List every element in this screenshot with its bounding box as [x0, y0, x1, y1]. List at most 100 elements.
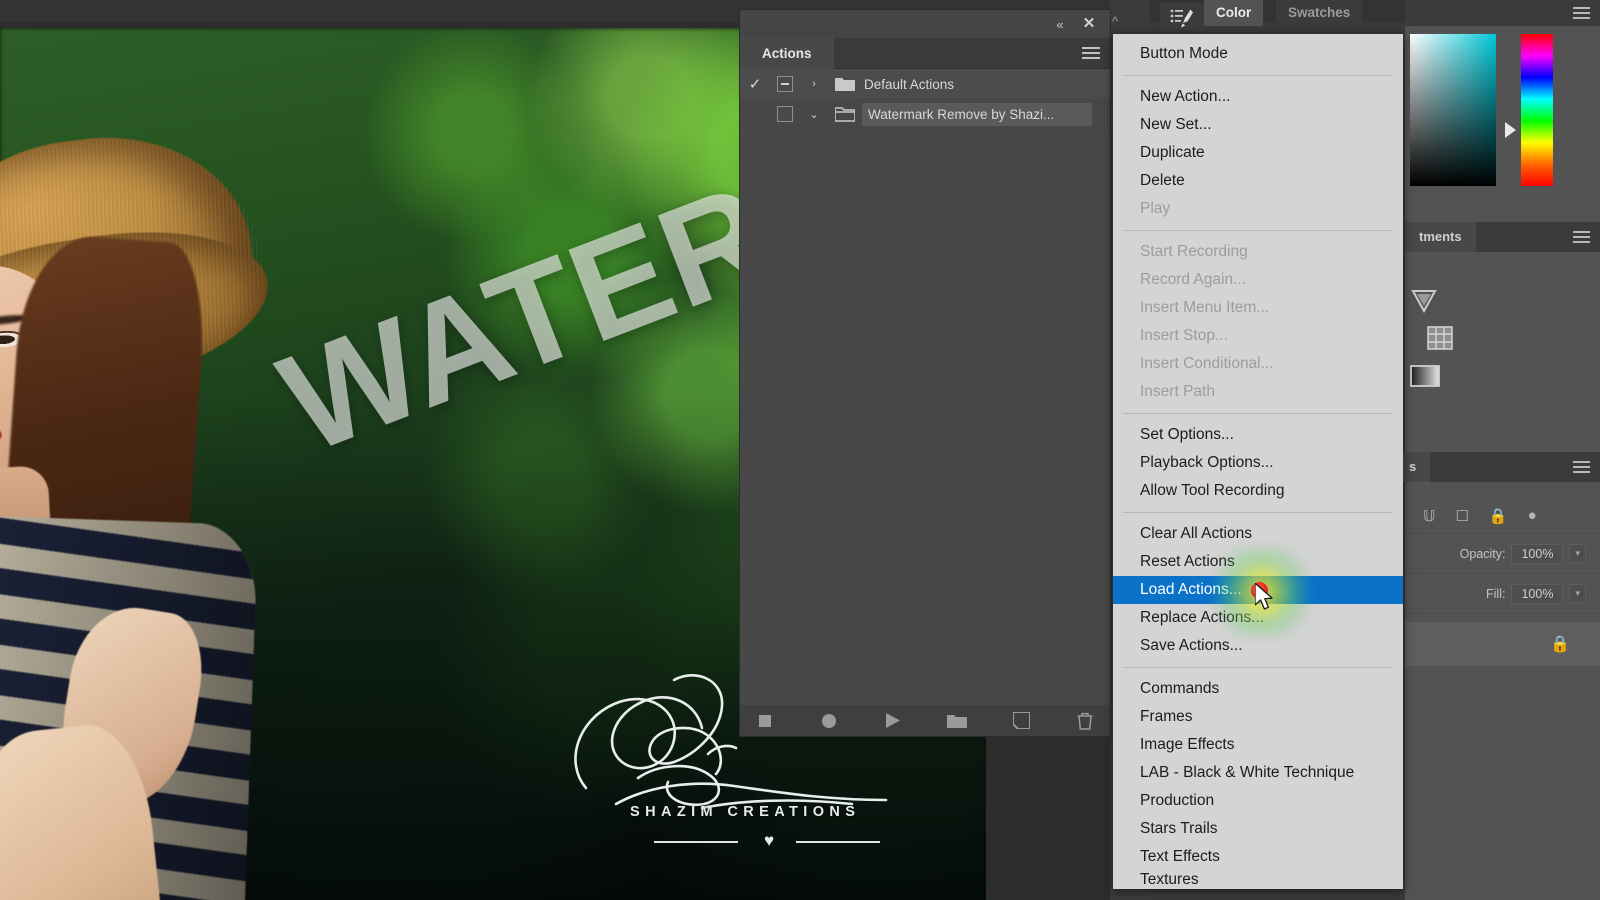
- curves-icon[interactable]: [1427, 326, 1453, 355]
- menu-item-delete[interactable]: Delete: [1113, 167, 1403, 195]
- menu-item-new-action[interactable]: New Action...: [1113, 83, 1403, 111]
- expander-down-icon[interactable]: ⌄: [800, 108, 828, 121]
- opacity-label: Opacity:: [1459, 546, 1506, 561]
- table-row[interactable]: ⌄ Watermark Remove by Shazi...: [740, 99, 1110, 129]
- lock-transparent-pixels-icon[interactable]: 𝕌: [1423, 507, 1435, 525]
- menu-item-save-actions[interactable]: Save Actions...: [1113, 632, 1403, 660]
- hue-marker-icon[interactable]: [1505, 122, 1516, 138]
- actions-panel-flyout-menu: Button Mode New Action... New Set... Dup…: [1113, 34, 1403, 889]
- menu-item-insert-path: Insert Path: [1140, 383, 1215, 400]
- fill-value[interactable]: 100%: [1511, 583, 1564, 604]
- lock-all-icon[interactable]: ●: [1528, 507, 1537, 524]
- opacity-row: Opacity: 100% ▾: [1405, 534, 1600, 574]
- layers-panel-menu-icon[interactable]: [1573, 461, 1590, 473]
- tab-color[interactable]: Color: [1204, 0, 1264, 26]
- actions-panel-footer: [740, 705, 1110, 736]
- photo-subject: [0, 88, 330, 900]
- menu-item-text-effects[interactable]: Text Effects: [1113, 843, 1403, 871]
- tab-adjustments[interactable]: tments: [1405, 222, 1476, 252]
- menu-separator: [1123, 230, 1393, 231]
- action-set-label[interactable]: Default Actions: [862, 77, 1110, 92]
- heart-icon: ♥: [764, 831, 775, 850]
- folder-open-icon: [828, 106, 862, 122]
- brush-icon-glyph: [1170, 9, 1193, 28]
- menu-item-textures[interactable]: Textures: [1113, 871, 1403, 889]
- adjustments-tab-row: tments: [1405, 222, 1600, 252]
- menu-item-allow-tool-recording[interactable]: Allow Tool Recording: [1113, 477, 1403, 505]
- play-button[interactable]: [882, 711, 904, 731]
- hue-slider[interactable]: [1521, 34, 1553, 186]
- action-dialog-toggle-icon[interactable]: [770, 106, 800, 122]
- menu-item-load-actions[interactable]: Load Actions...: [1113, 576, 1403, 604]
- actions-list: ✓ › Default Actions ⌄ Watermark Remove b…: [740, 69, 1110, 705]
- stop-button[interactable]: [754, 711, 776, 731]
- fill-label: Fill:: [1486, 586, 1506, 601]
- menu-separator: [1123, 413, 1393, 414]
- layers-panel-body: 𝕌 ☐ 🔒 ● Opacity: 100% ▾ Fill: 100% ▾ 🔒: [1405, 482, 1600, 900]
- menu-item-production[interactable]: Production: [1113, 787, 1403, 815]
- action-enabled-check[interactable]: ✓: [740, 75, 770, 93]
- levels-icon[interactable]: [1409, 288, 1439, 319]
- adjustments-panel-menu-icon[interactable]: [1573, 231, 1590, 243]
- signature-caption: SHAZIM CREATIONS: [630, 804, 861, 820]
- signature-rule-right: [796, 841, 880, 843]
- signature-rule-left: [654, 841, 738, 843]
- menu-item-insert-menu-item: Insert Menu Item...: [1140, 299, 1270, 316]
- menu-item-playback-options[interactable]: Playback Options...: [1113, 449, 1403, 477]
- lock-position-icon[interactable]: 🔒: [1489, 507, 1508, 525]
- color-panel-body: [1405, 26, 1600, 222]
- layer-lock-icon: 🔒: [1550, 636, 1570, 653]
- fill-stepper-icon[interactable]: ▾: [1569, 584, 1586, 603]
- color-field-picker[interactable]: [1410, 34, 1496, 186]
- fill-row: Fill: 100% ▾: [1405, 574, 1600, 614]
- menu-item-commands[interactable]: Commands: [1113, 675, 1403, 703]
- delete-button[interactable]: [1074, 711, 1096, 731]
- menu-item-start-recording: Start Recording: [1140, 243, 1248, 260]
- actions-tab-row: Actions: [740, 38, 1110, 69]
- new-action-button[interactable]: [1010, 711, 1032, 731]
- collapse-panel-icon[interactable]: «: [1048, 16, 1070, 34]
- menu-item-replace-actions[interactable]: Replace Actions...: [1113, 604, 1403, 632]
- photoshop-window: WATERMARK SHAZIM CREATIONS ♥ ^ Color Swa…: [0, 0, 1600, 900]
- right-dock: tments s 𝕌 ☐ 🔒 ● Opacity: 100% ▾ Fill: 1…: [1395, 0, 1600, 900]
- menu-separator: [1123, 75, 1393, 76]
- new-set-button[interactable]: [946, 711, 968, 731]
- lock-image-pixels-icon[interactable]: ☐: [1455, 507, 1468, 525]
- layers-tab-row: s: [1395, 452, 1600, 482]
- menu-item-set-options[interactable]: Set Options...: [1113, 421, 1403, 449]
- close-panel-icon[interactable]: ✕: [1078, 14, 1100, 34]
- expander-right-icon[interactable]: ›: [800, 78, 828, 90]
- action-dialog-toggle-icon[interactable]: [770, 76, 800, 92]
- menu-item-frames[interactable]: Frames: [1113, 703, 1403, 731]
- layer-row[interactable]: 🔒: [1405, 622, 1600, 666]
- gradient-map-icon[interactable]: [1410, 365, 1440, 392]
- opacity-stepper-icon[interactable]: ▾: [1569, 544, 1586, 563]
- menu-item-new-set[interactable]: New Set...: [1113, 111, 1403, 139]
- menu-item-button-mode[interactable]: Button Mode: [1113, 40, 1403, 68]
- menu-item-play: Play: [1140, 200, 1171, 217]
- menu-item-clear-all-actions[interactable]: Clear All Actions: [1113, 520, 1403, 548]
- menu-separator: [1123, 667, 1393, 668]
- actions-panel-menu-icon[interactable]: [1082, 47, 1100, 60]
- menu-item-lab-black-white-technique[interactable]: LAB - Black & White Technique: [1113, 759, 1403, 787]
- color-panel-menu-icon[interactable]: [1573, 7, 1590, 19]
- actions-panel: « ✕ Actions ✓ › Default Actions ⌄ Waterm…: [740, 10, 1110, 736]
- tab-swatches[interactable]: Swatches: [1276, 0, 1363, 26]
- tab-actions[interactable]: Actions: [740, 38, 834, 69]
- menu-item-image-effects[interactable]: Image Effects: [1113, 731, 1403, 759]
- action-set-label[interactable]: Watermark Remove by Shazi...: [862, 102, 1092, 126]
- brush-libraries-icon[interactable]: [1160, 3, 1204, 33]
- menu-item-insert-stop: Insert Stop...: [1140, 327, 1228, 344]
- color-panel-header: [1405, 0, 1600, 26]
- chevron-up-icon[interactable]: ^: [1112, 14, 1118, 29]
- opacity-value[interactable]: 100%: [1511, 543, 1564, 564]
- menu-item-duplicate[interactable]: Duplicate: [1113, 139, 1403, 167]
- menu-item-insert-conditional: Insert Conditional...: [1140, 355, 1274, 372]
- table-row[interactable]: ✓ › Default Actions: [740, 69, 1110, 99]
- record-button[interactable]: [818, 711, 840, 731]
- color-swatches-tabs: Color Swatches: [1204, 0, 1404, 26]
- menu-item-stars-trails[interactable]: Stars Trails: [1113, 815, 1403, 843]
- menu-separator: [1123, 512, 1393, 513]
- adjustments-panel-body: [1405, 252, 1600, 452]
- menu-item-reset-actions[interactable]: Reset Actions: [1113, 548, 1403, 576]
